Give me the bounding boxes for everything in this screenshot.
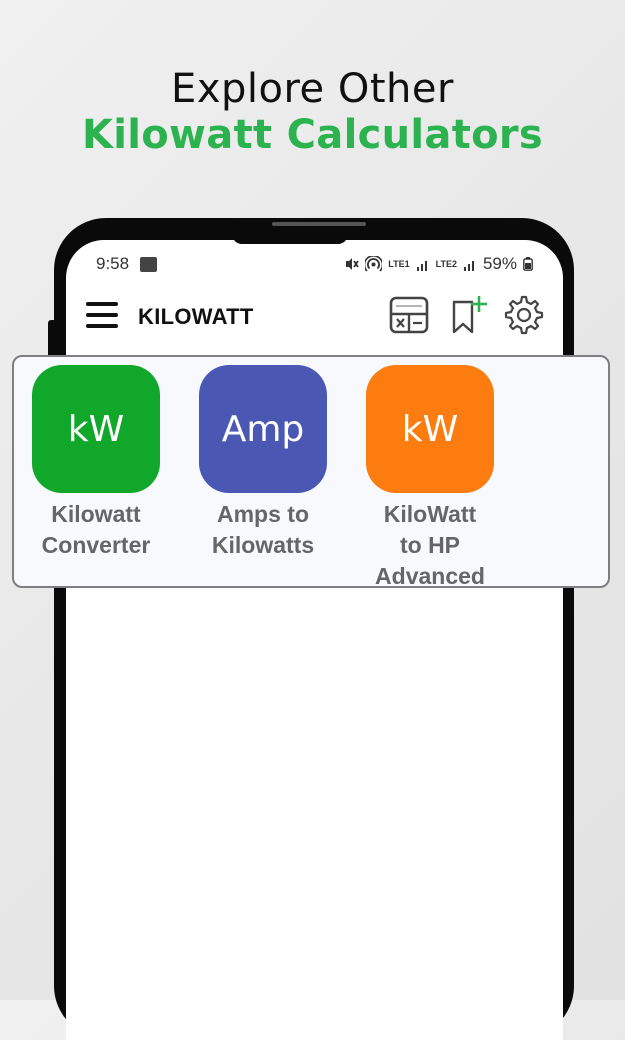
status-bar: 9:58 LTE1 LTE2 59% bbox=[66, 240, 563, 288]
app-toolbar: KILOWATT bbox=[66, 290, 563, 346]
app-tile-kilowatt-to-hp[interactable]: kW bbox=[366, 365, 494, 493]
bookmark-add-icon[interactable] bbox=[450, 294, 492, 336]
settings-gear-icon[interactable] bbox=[503, 294, 545, 336]
status-indicators: LTE1 LTE2 59% bbox=[343, 254, 533, 274]
app-tile-text: kW bbox=[67, 408, 125, 450]
notification-icon bbox=[140, 257, 157, 272]
app-tile-text: kW bbox=[401, 408, 459, 450]
app-label: Amps to Kilowatts bbox=[183, 499, 343, 561]
app-label: KiloWatt to HP Advanced bbox=[350, 499, 510, 592]
headline-line-1: Explore Other bbox=[171, 66, 454, 112]
app-tile-amps-to-kilowatts[interactable]: Amp bbox=[199, 365, 327, 493]
app-label-line: Amps to bbox=[217, 501, 309, 527]
headline-line-2: Kilowatt Calculators bbox=[81, 112, 544, 158]
signal-icon-1 bbox=[416, 261, 427, 271]
battery-icon bbox=[523, 257, 533, 271]
status-time: 9:58 bbox=[96, 254, 130, 273]
calculator-icon[interactable] bbox=[388, 294, 430, 336]
lte1-label: LTE1 bbox=[388, 258, 410, 269]
app-label-line: Converter bbox=[41, 532, 151, 558]
app-label-line: Kilowatt bbox=[51, 501, 141, 527]
battery-percent: 59% bbox=[482, 254, 517, 273]
signal-icon-2 bbox=[463, 261, 474, 271]
app-label: Kilowatt Converter bbox=[16, 499, 176, 561]
app-label-line: to HP bbox=[399, 532, 461, 558]
app-tile-text: Amp bbox=[221, 408, 305, 450]
phone-notch bbox=[232, 226, 348, 244]
hamburger-menu-icon[interactable] bbox=[86, 302, 118, 328]
app-item-kilowatt-to-hp-advanced[interactable]: kW KiloWatt to HP Advanced bbox=[350, 365, 510, 592]
app-item-amps-to-kilowatts[interactable]: Amp Amps to Kilowatts bbox=[183, 365, 343, 561]
calculator-apps-panel: kW Kilowatt Converter Amp Amps to Kilowa… bbox=[12, 355, 610, 589]
app-label-line: Advanced bbox=[375, 563, 485, 589]
mute-vibrate-icon bbox=[346, 258, 360, 270]
lte2-label: LTE2 bbox=[435, 258, 457, 269]
app-item-kilowatt-converter[interactable]: kW Kilowatt Converter bbox=[16, 365, 176, 561]
app-label-line: Kilowatts bbox=[211, 532, 315, 558]
app-title: KILOWATT bbox=[138, 304, 254, 329]
app-label-line: KiloWatt bbox=[383, 501, 477, 527]
hotspot-icon bbox=[365, 255, 383, 272]
app-tile-kilowatt-converter[interactable]: kW bbox=[32, 365, 160, 493]
